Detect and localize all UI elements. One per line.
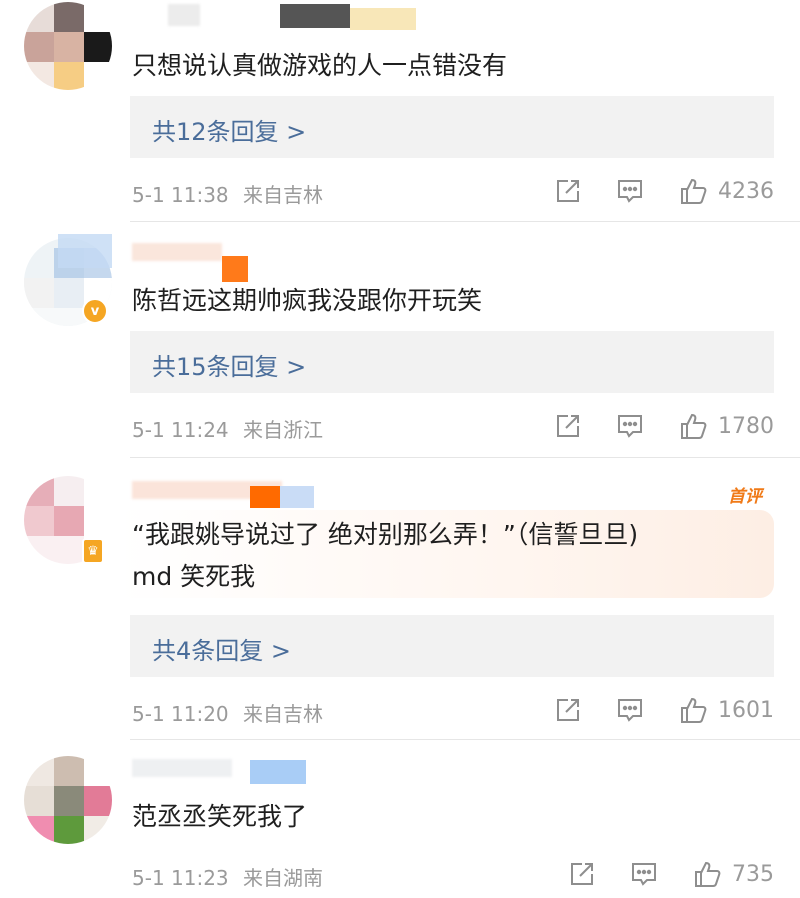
like-count: 1780 bbox=[718, 413, 774, 439]
comment-meta: 5-1 11:24 来自浙江 bbox=[132, 414, 323, 443]
comment-icon bbox=[616, 412, 644, 440]
comment-item: ♛ 首评 “我跟姚导说过了 绝对别那么弄！”（信誓旦旦) md 笑死我 共4条回… bbox=[0, 458, 800, 740]
comment-item: 范丞丞笑死我了 5-1 11:23 来自湖南 735 bbox=[0, 740, 800, 898]
share-icon bbox=[568, 860, 596, 888]
comment-button[interactable] bbox=[616, 177, 644, 205]
comment-actions: 1601 bbox=[554, 695, 774, 725]
timestamp: 5-1 11:23 bbox=[132, 866, 229, 890]
avatar[interactable] bbox=[24, 2, 112, 90]
comment-button[interactable] bbox=[616, 412, 644, 440]
share-button[interactable] bbox=[554, 177, 582, 205]
comment-meta: 5-1 11:20 来自吉林 bbox=[132, 698, 323, 727]
comment-text: md 笑死我 bbox=[132, 562, 256, 591]
like-button[interactable]: 1601 bbox=[678, 695, 774, 725]
user-badge-obscured bbox=[250, 760, 306, 784]
comment-button[interactable] bbox=[630, 860, 658, 888]
share-icon bbox=[554, 696, 582, 724]
timestamp: 5-1 11:38 bbox=[132, 183, 229, 207]
user-badge-obscured bbox=[280, 4, 350, 28]
username-obscured[interactable] bbox=[132, 758, 252, 784]
location: 来自浙江 bbox=[243, 418, 324, 442]
comment-icon bbox=[630, 860, 658, 888]
comment-text: “我跟姚导说过了 绝对别那么弄！”（信誓旦旦) bbox=[132, 520, 639, 549]
like-count: 4236 bbox=[718, 178, 774, 204]
comment-actions: 1780 bbox=[554, 411, 774, 441]
like-button[interactable]: 735 bbox=[692, 859, 774, 889]
thumbs-up-icon bbox=[678, 411, 708, 441]
reply-box[interactable]: 共15条回复 > bbox=[130, 331, 774, 393]
reply-box[interactable]: 共4条回复 > bbox=[130, 615, 774, 677]
like-count: 735 bbox=[732, 861, 774, 887]
avatar[interactable] bbox=[24, 756, 112, 844]
view-replies-link[interactable]: 共4条回复 > bbox=[152, 631, 291, 666]
location: 来自吉林 bbox=[243, 183, 324, 207]
comment-meta: 5-1 11:38 来自吉林 bbox=[132, 179, 323, 208]
first-comment-badge: 首评 bbox=[728, 487, 762, 507]
timestamp: 5-1 11:20 bbox=[132, 702, 229, 726]
user-badge-obscured bbox=[58, 234, 112, 268]
comment-meta: 5-1 11:23 来自湖南 bbox=[132, 862, 323, 891]
share-icon bbox=[554, 412, 582, 440]
location: 来自湖南 bbox=[243, 866, 324, 890]
comment-icon bbox=[616, 696, 644, 724]
comment-text: 只想说认真做游戏的人一点错没有 bbox=[132, 51, 508, 80]
share-icon bbox=[554, 177, 582, 205]
timestamp: 5-1 11:24 bbox=[132, 418, 229, 442]
location: 来自吉林 bbox=[243, 702, 324, 726]
comment-text: 陈哲远这期帅疯我没跟你开玩笑 bbox=[132, 286, 483, 315]
user-badge-obscured bbox=[350, 8, 416, 30]
comment-item: v 陈哲远这期帅疯我没跟你开玩笑 共15条回复 > 5-1 11:24 来自浙江 bbox=[0, 222, 800, 458]
like-count: 1601 bbox=[718, 697, 774, 723]
share-button[interactable] bbox=[554, 412, 582, 440]
member-badge-icon: ♛ bbox=[82, 538, 104, 564]
share-button[interactable] bbox=[554, 696, 582, 724]
comment-button[interactable] bbox=[616, 696, 644, 724]
comment-item: 只想说认真做游戏的人一点错没有 共12条回复 > 5-1 11:38 来自吉林 bbox=[0, 0, 800, 222]
share-button[interactable] bbox=[568, 860, 596, 888]
comment-text: 范丞丞笑死我了 bbox=[132, 802, 308, 831]
view-replies-link[interactable]: 共15条回复 > bbox=[152, 347, 306, 382]
verified-badge-icon: v bbox=[82, 298, 108, 324]
comment-actions: 735 bbox=[568, 859, 774, 889]
view-replies-link[interactable]: 共12条回复 > bbox=[152, 112, 306, 147]
comment-icon bbox=[616, 177, 644, 205]
user-badge-obscured bbox=[250, 486, 280, 508]
thumbs-up-icon bbox=[692, 859, 722, 889]
user-badge-obscured bbox=[280, 486, 314, 508]
thumbs-up-icon bbox=[678, 176, 708, 206]
like-button[interactable]: 1780 bbox=[678, 411, 774, 441]
like-button[interactable]: 4236 bbox=[678, 176, 774, 206]
comment-actions: 4236 bbox=[554, 176, 774, 206]
thumbs-up-icon bbox=[678, 695, 708, 725]
user-badge-obscured bbox=[222, 256, 248, 282]
reply-box[interactable]: 共12条回复 > bbox=[130, 96, 774, 158]
